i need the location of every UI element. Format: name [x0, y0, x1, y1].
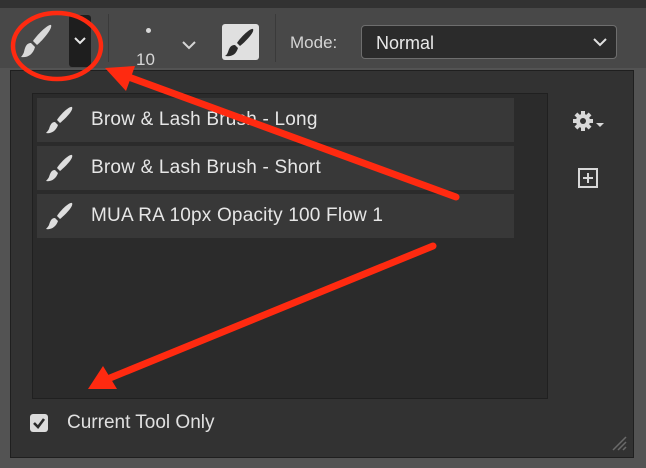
- mode-label: Mode:: [290, 33, 338, 52]
- brush-panel-icon: [225, 28, 254, 57]
- preset-item-label: Brow & Lash Brush - Short: [91, 157, 321, 178]
- preset-item-label: MUA RA 10px Opacity 100 Flow 1: [91, 205, 384, 226]
- plus-square-icon[interactable]: [577, 167, 599, 189]
- current-tool-only-checkbox[interactable]: [30, 414, 48, 432]
- toolbar-divider: [108, 14, 109, 62]
- preset-item-label: Brow & Lash Brush - Long: [91, 109, 318, 130]
- brush-size-value: 10: [136, 50, 155, 69]
- brush-icon: [46, 202, 73, 230]
- brush-size-preview: [146, 28, 151, 33]
- chevron-down-icon[interactable]: [180, 38, 198, 52]
- brush-icon: [46, 154, 73, 182]
- toolbar-divider: [275, 14, 276, 62]
- preset-list[interactable]: Brow & Lash Brush - Long Brow & Lash Bru…: [32, 93, 548, 399]
- preset-item[interactable]: MUA RA 10px Opacity 100 Flow 1: [37, 194, 514, 238]
- brush-settings-panel-toggle[interactable]: [222, 24, 259, 60]
- brush-tool-icon[interactable]: [20, 22, 54, 60]
- preset-picker-dropdown[interactable]: [69, 15, 91, 67]
- preset-item[interactable]: Brow & Lash Brush - Long: [37, 98, 514, 142]
- current-tool-only-label: Current Tool Only: [67, 412, 215, 433]
- resize-grip-icon[interactable]: [609, 433, 627, 451]
- chevron-down-icon: [593, 38, 607, 47]
- gear-icon[interactable]: [571, 109, 607, 133]
- tool-preset-picker-panel: Brow & Lash Brush - Long Brow & Lash Bru…: [10, 70, 634, 458]
- blend-mode-value: Normal: [376, 33, 435, 53]
- options-bar: 10 Mode: Normal: [0, 0, 646, 69]
- blend-mode-select[interactable]: Normal: [361, 25, 617, 59]
- brush-icon: [46, 106, 73, 134]
- chevron-down-icon: [74, 37, 86, 45]
- top-strip: [0, 0, 646, 8]
- checkmark-icon: [33, 418, 46, 429]
- preset-item[interactable]: Brow & Lash Brush - Short: [37, 146, 514, 190]
